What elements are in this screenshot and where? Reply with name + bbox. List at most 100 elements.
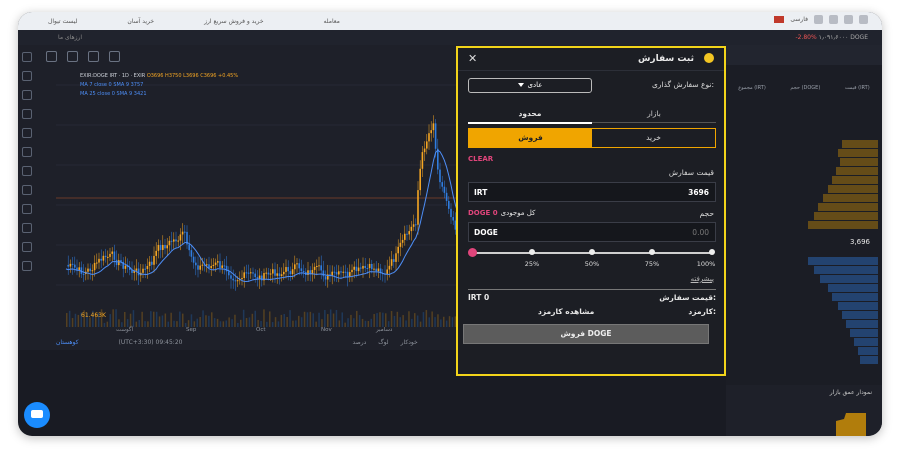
bid-row[interactable] [728,284,878,292]
volume-bar [129,313,132,327]
nav-item-quick-trade[interactable]: خرید و فروش سریع ارز [204,18,263,25]
ask-row[interactable] [728,194,878,202]
volume-bar [428,317,430,327]
volume-bar [187,320,190,327]
trendline-icon[interactable] [22,71,32,81]
slider-step-50[interactable] [589,249,595,255]
menu-icon[interactable] [859,15,868,24]
bid-row[interactable] [728,338,878,346]
bid-row[interactable] [728,257,878,265]
candle-body [98,258,100,263]
ask-row[interactable] [728,158,878,166]
tick-25[interactable]: 25% [525,260,539,268]
bid-row[interactable] [728,275,878,283]
status-left[interactable]: کوهستان [56,339,79,346]
slider-step-75[interactable] [649,249,655,255]
pattern-icon[interactable] [22,147,32,157]
text-icon[interactable] [22,128,32,138]
tab-limit[interactable]: محدود [468,106,592,124]
clear-button[interactable]: CLEAR [468,155,493,163]
brush-icon[interactable] [22,109,32,119]
status-log[interactable]: لوگ [378,339,388,346]
fee-link[interactable]: مشاهده کارمزد [538,307,594,316]
user-icon[interactable] [844,15,853,24]
bid-row[interactable] [728,302,878,310]
volume-bar [237,322,239,327]
fib-icon[interactable] [22,90,32,100]
nav-item-list[interactable]: لیست تیوال [48,18,77,25]
indicators-icon[interactable] [109,50,120,62]
settings-icon[interactable] [67,50,78,62]
slider-step-25[interactable] [529,249,535,255]
nav-item-trade[interactable]: معامله [324,18,340,25]
fullscreen-icon[interactable] [88,50,99,62]
bid-row[interactable] [728,356,878,364]
bid-row[interactable] [728,320,878,328]
candle-body [375,268,377,272]
available-balance[interactable]: DOGE 0 کل موجودی [468,209,535,217]
slider-handle[interactable] [468,248,477,257]
language-selector[interactable]: فارسی [790,16,808,23]
candle-body [170,240,173,242]
advanced-link[interactable]: پیشرفته [691,275,714,283]
amount-slider[interactable] [468,248,715,257]
ask-row[interactable] [728,212,878,220]
submit-sell-button[interactable]: فروش DOGE [463,324,709,344]
candle-body [283,271,285,275]
tick-100[interactable]: 100% [697,260,716,268]
candle-body [291,269,294,275]
bell-icon[interactable] [829,15,838,24]
volume-bar [161,315,164,327]
ask-row[interactable] [728,167,878,175]
magnet-icon[interactable] [22,204,32,214]
tick-75[interactable]: 75% [645,260,659,268]
favorites-label[interactable]: ارزهای ما [58,34,82,41]
zoom-icon[interactable] [22,185,32,195]
measure-icon[interactable] [22,166,32,176]
status-auto[interactable]: خودکار [401,339,418,346]
ask-row[interactable] [728,221,878,229]
chat-support-button[interactable] [24,402,50,428]
moon-icon[interactable] [814,15,823,24]
ask-row[interactable] [728,203,878,211]
buy-tab[interactable]: خرید [592,129,715,147]
ask-row[interactable] [728,185,878,193]
price-input[interactable]: IRT 3696 [468,182,716,202]
eye-icon[interactable] [22,242,32,252]
status-percent[interactable]: درصد [352,339,366,346]
bid-row[interactable] [728,329,878,337]
ask-row[interactable] [728,140,878,148]
volume-bar [245,318,248,327]
trash-icon[interactable] [22,261,32,271]
slider-step-100[interactable] [709,249,715,255]
candle-body [164,244,166,249]
available-value[interactable]: DOGE 0 [468,209,498,217]
nav-item-easy-buy[interactable]: خرید آسان [127,18,154,25]
crosshair-icon[interactable] [22,52,32,62]
screenshot-icon[interactable] [46,50,57,62]
close-icon[interactable]: ✕ [468,52,477,65]
volume-bar [376,313,378,327]
volume-bar [158,316,161,327]
candle-body [159,245,162,250]
tick-50[interactable]: 50% [585,260,599,268]
bid-row[interactable] [728,347,878,355]
lock-icon[interactable] [22,223,32,233]
candle-body [78,267,80,271]
ask-row[interactable] [728,176,878,184]
volume-label: حجم [699,209,714,218]
candle-body [195,262,197,266]
volume-input[interactable]: DOGE 0.00 [468,222,716,242]
candle-body [426,141,428,149]
bid-row[interactable] [728,266,878,274]
flag-icon[interactable] [774,16,785,23]
volume-bar [399,317,401,327]
volume-bar [164,313,167,327]
tab-market[interactable]: بازار [592,106,716,123]
volume-bar [445,320,448,327]
order-type-select[interactable]: عادی [468,78,592,93]
bid-row[interactable] [728,311,878,319]
bid-row[interactable] [728,293,878,301]
ask-row[interactable] [728,149,878,157]
sell-tab[interactable]: فروش [469,129,592,147]
